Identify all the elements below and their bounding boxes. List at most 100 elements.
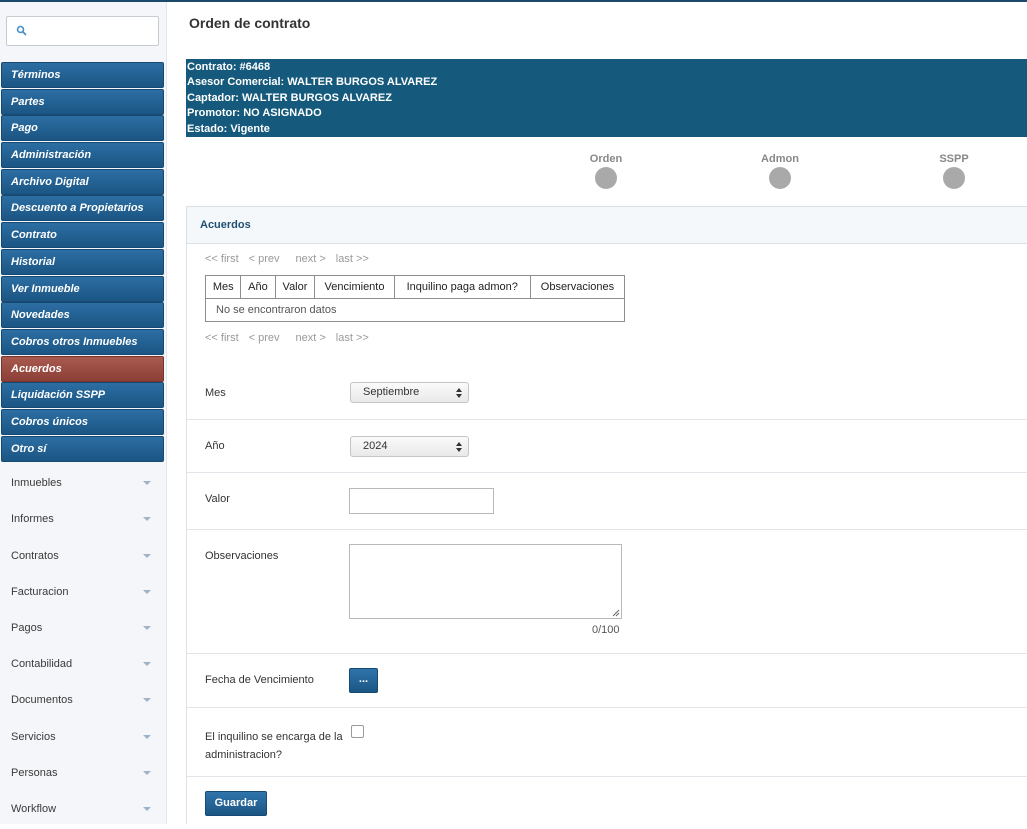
- menu-item-ver-inmueble[interactable]: Ver Inmueble: [1, 275, 164, 302]
- column-header-valor: Valor: [274, 275, 316, 299]
- pager-top: << first < prev next > last >>: [205, 253, 379, 265]
- divider: [187, 472, 1027, 473]
- column-header-vencimiento: Vencimiento: [314, 275, 395, 299]
- anio-label: Año: [205, 440, 225, 452]
- step-indicator: [769, 167, 791, 189]
- divider: [187, 653, 1027, 654]
- select-down-arrow-icon: [456, 448, 462, 452]
- section-header-acuerdos: Acuerdos: [186, 206, 1027, 244]
- inquilino-admon-checkbox[interactable]: [351, 725, 364, 738]
- agreements-table: Mes Año Valor Vencimiento Inquilino paga…: [204, 275, 626, 322]
- category-facturacion[interactable]: Facturacion: [0, 576, 166, 612]
- valor-input[interactable]: [349, 488, 494, 514]
- menu-item-administracion[interactable]: Administración: [1, 142, 164, 169]
- chevron-down-icon: [143, 771, 151, 775]
- chevron-down-icon: [143, 554, 151, 558]
- category-inmuebles[interactable]: Inmuebles: [0, 467, 166, 503]
- divider: [187, 776, 1027, 777]
- category-label: Inmuebles: [11, 477, 62, 489]
- inquilino-admon-label-line2: administracion?: [205, 749, 283, 761]
- menu-item-liquidacion-sspp[interactable]: Liquidación SSPP: [1, 382, 164, 409]
- category-label: Documentos: [11, 694, 73, 706]
- inquilino-admon-label: El inquilino se encarga de la administra…: [205, 728, 343, 764]
- save-button[interactable]: Guardar: [205, 791, 267, 816]
- pager-last-link[interactable]: last >>: [336, 253, 369, 265]
- select-up-arrow-icon: [456, 388, 462, 392]
- category-servicios[interactable]: Servicios: [0, 721, 166, 757]
- chevron-down-icon: [143, 735, 151, 739]
- mes-selected-value: Septiembre: [363, 386, 420, 398]
- step-orden: Orden: [576, 153, 636, 189]
- category-documentos[interactable]: Documentos: [0, 684, 166, 720]
- chevron-down-icon: [143, 807, 151, 811]
- chevron-down-icon: [143, 626, 151, 630]
- chevron-down-icon: [143, 698, 151, 702]
- category-label: Contabilidad: [11, 658, 73, 670]
- menu-item-cobros-otros-inmuebles[interactable]: Cobros otros Inmuebles: [1, 328, 164, 355]
- pager-first-link[interactable]: << first: [205, 332, 239, 344]
- contract-promotor: Promotor: NO ASIGNADO: [187, 107, 322, 119]
- category-label: Informes: [11, 513, 54, 525]
- mes-label: Mes: [205, 387, 226, 399]
- step-admon: Admon: [750, 153, 810, 189]
- category-label: Workflow: [11, 803, 57, 815]
- pager-next-link[interactable]: next >: [296, 332, 326, 344]
- step-indicator: [943, 167, 965, 189]
- menu-item-contrato[interactable]: Contrato: [1, 222, 164, 249]
- menu-item-cobros-unicos[interactable]: Cobros únicos: [1, 408, 164, 435]
- column-header-inquilino-paga-admon: Inquilino paga admon?: [393, 275, 531, 299]
- category-label: Facturacion: [11, 586, 69, 598]
- contract-status: Estado: Vigente: [187, 123, 270, 135]
- pager-next-link[interactable]: next >: [296, 253, 326, 265]
- category-personas[interactable]: Personas: [0, 757, 166, 793]
- menu-item-descuento-propietarios[interactable]: Descuento a Propietarios: [1, 195, 164, 222]
- pager-last-link[interactable]: last >>: [336, 332, 369, 344]
- pager-first-link[interactable]: << first: [205, 253, 239, 265]
- chevron-down-icon: [143, 590, 151, 594]
- category-pagos[interactable]: Pagos: [0, 612, 166, 648]
- menu-item-terminos[interactable]: Términos: [1, 62, 164, 88]
- step-label: Orden: [589, 153, 623, 165]
- category-contabilidad[interactable]: Contabilidad: [0, 648, 166, 684]
- search-input[interactable]: [33, 22, 153, 40]
- menu-item-otro-si[interactable]: Otro sí: [1, 435, 164, 462]
- observaciones-label: Observaciones: [205, 550, 279, 562]
- section-left-border: [186, 244, 187, 824]
- menu-item-partes[interactable]: Partes: [1, 88, 164, 115]
- category-label: Contratos: [11, 550, 59, 562]
- contract-advisor: Asesor Comercial: WALTER BURGOS ALVAREZ: [187, 76, 438, 88]
- category-label: Servicios: [11, 731, 56, 743]
- column-header-anio: Año: [240, 275, 276, 299]
- fecha-vencimiento-label: Fecha de Vencimiento: [205, 674, 314, 686]
- category-label: Personas: [11, 767, 58, 779]
- select-down-arrow-icon: [456, 394, 462, 398]
- mes-select[interactable]: Septiembre: [350, 382, 469, 403]
- category-informes[interactable]: Informes: [0, 503, 166, 539]
- divider: [187, 529, 1027, 530]
- search-box[interactable]: [6, 16, 159, 46]
- menu-item-acuerdos[interactable]: Acuerdos: [1, 355, 164, 382]
- empty-message: No se encontraron datos: [205, 298, 625, 322]
- category-label: Pagos: [11, 622, 43, 634]
- column-header-mes: Mes: [204, 275, 242, 299]
- pager-bottom: << first < prev next > last >>: [205, 332, 379, 344]
- column-header-observaciones: Observaciones: [529, 275, 626, 299]
- menu-item-historial[interactable]: Historial: [1, 248, 164, 275]
- resize-grip-icon[interactable]: [612, 609, 620, 617]
- chevron-down-icon: [143, 517, 151, 521]
- pager-prev-link[interactable]: < prev: [249, 253, 280, 265]
- menu-item-novedades[interactable]: Novedades: [1, 302, 164, 329]
- table-row: No se encontraron datos: [205, 298, 625, 322]
- date-picker-button[interactable]: ...: [349, 668, 378, 693]
- anio-select[interactable]: 2024: [350, 436, 469, 457]
- anio-selected-value: 2024: [363, 440, 388, 452]
- pager-prev-link[interactable]: < prev: [249, 332, 280, 344]
- step-label: SSPP: [939, 153, 969, 165]
- menu-item-archivo-digital[interactable]: Archivo Digital: [1, 168, 164, 195]
- sidebar: Términos Partes Pago Administración Arch…: [0, 2, 167, 824]
- menu-item-pago[interactable]: Pago: [1, 115, 164, 142]
- category-contratos[interactable]: Contratos: [0, 540, 166, 576]
- step-sspp: SSPP: [924, 153, 984, 189]
- observaciones-textarea[interactable]: [349, 544, 622, 619]
- select-up-arrow-icon: [456, 442, 462, 446]
